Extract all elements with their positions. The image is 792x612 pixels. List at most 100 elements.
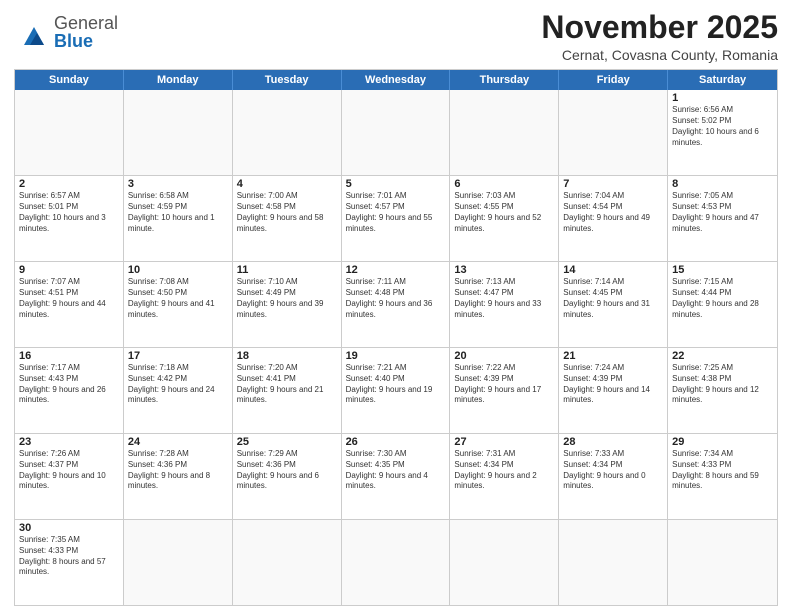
- day-info: Sunrise: 7:04 AM Sunset: 4:54 PM Dayligh…: [563, 191, 663, 234]
- weekday-header-friday: Friday: [559, 70, 668, 90]
- day-cell-empty-0-3: [342, 90, 451, 175]
- day-cell-12: 12Sunrise: 7:11 AM Sunset: 4:48 PM Dayli…: [342, 262, 451, 347]
- day-number: 17: [128, 350, 228, 362]
- logo-blue: Blue: [54, 31, 93, 51]
- day-number: 15: [672, 264, 773, 276]
- day-cell-20: 20Sunrise: 7:22 AM Sunset: 4:39 PM Dayli…: [450, 348, 559, 433]
- day-cell-empty-0-5: [559, 90, 668, 175]
- day-info: Sunrise: 7:14 AM Sunset: 4:45 PM Dayligh…: [563, 277, 663, 320]
- day-info: Sunrise: 7:13 AM Sunset: 4:47 PM Dayligh…: [454, 277, 554, 320]
- day-number: 24: [128, 436, 228, 448]
- day-info: Sunrise: 7:31 AM Sunset: 4:34 PM Dayligh…: [454, 449, 554, 492]
- day-info: Sunrise: 6:57 AM Sunset: 5:01 PM Dayligh…: [19, 191, 119, 234]
- day-number: 12: [346, 264, 446, 276]
- day-cell-empty-5-1: [124, 520, 233, 605]
- day-info: Sunrise: 7:34 AM Sunset: 4:33 PM Dayligh…: [672, 449, 773, 492]
- weekday-header-monday: Monday: [124, 70, 233, 90]
- day-cell-empty-5-6: [668, 520, 777, 605]
- day-cell-24: 24Sunrise: 7:28 AM Sunset: 4:36 PM Dayli…: [124, 434, 233, 519]
- day-info: Sunrise: 7:05 AM Sunset: 4:53 PM Dayligh…: [672, 191, 773, 234]
- day-number: 25: [237, 436, 337, 448]
- day-cell-10: 10Sunrise: 7:08 AM Sunset: 4:50 PM Dayli…: [124, 262, 233, 347]
- day-number: 30: [19, 522, 119, 534]
- day-cell-11: 11Sunrise: 7:10 AM Sunset: 4:49 PM Dayli…: [233, 262, 342, 347]
- day-number: 22: [672, 350, 773, 362]
- day-info: Sunrise: 7:28 AM Sunset: 4:36 PM Dayligh…: [128, 449, 228, 492]
- day-info: Sunrise: 7:33 AM Sunset: 4:34 PM Dayligh…: [563, 449, 663, 492]
- weekday-header-sunday: Sunday: [15, 70, 124, 90]
- day-info: Sunrise: 7:30 AM Sunset: 4:35 PM Dayligh…: [346, 449, 446, 492]
- day-cell-empty-0-0: [15, 90, 124, 175]
- day-info: Sunrise: 7:22 AM Sunset: 4:39 PM Dayligh…: [454, 363, 554, 406]
- day-cell-28: 28Sunrise: 7:33 AM Sunset: 4:34 PM Dayli…: [559, 434, 668, 519]
- day-info: Sunrise: 7:18 AM Sunset: 4:42 PM Dayligh…: [128, 363, 228, 406]
- day-number: 29: [672, 436, 773, 448]
- day-cell-2: 2Sunrise: 6:57 AM Sunset: 5:01 PM Daylig…: [15, 176, 124, 261]
- calendar-row-5: 30Sunrise: 7:35 AM Sunset: 4:33 PM Dayli…: [15, 519, 777, 605]
- day-number: 10: [128, 264, 228, 276]
- calendar-row-4: 23Sunrise: 7:26 AM Sunset: 4:37 PM Dayli…: [15, 433, 777, 519]
- day-info: Sunrise: 7:10 AM Sunset: 4:49 PM Dayligh…: [237, 277, 337, 320]
- day-info: Sunrise: 7:15 AM Sunset: 4:44 PM Dayligh…: [672, 277, 773, 320]
- day-number: 18: [237, 350, 337, 362]
- day-cell-19: 19Sunrise: 7:21 AM Sunset: 4:40 PM Dayli…: [342, 348, 451, 433]
- weekday-header-thursday: Thursday: [450, 70, 559, 90]
- day-cell-7: 7Sunrise: 7:04 AM Sunset: 4:54 PM Daylig…: [559, 176, 668, 261]
- day-cell-8: 8Sunrise: 7:05 AM Sunset: 4:53 PM Daylig…: [668, 176, 777, 261]
- day-cell-14: 14Sunrise: 7:14 AM Sunset: 4:45 PM Dayli…: [559, 262, 668, 347]
- day-info: Sunrise: 7:24 AM Sunset: 4:39 PM Dayligh…: [563, 363, 663, 406]
- day-cell-empty-0-4: [450, 90, 559, 175]
- logo: General Blue: [14, 14, 118, 50]
- day-info: Sunrise: 7:35 AM Sunset: 4:33 PM Dayligh…: [19, 535, 119, 578]
- day-number: 7: [563, 178, 663, 190]
- day-cell-23: 23Sunrise: 7:26 AM Sunset: 4:37 PM Dayli…: [15, 434, 124, 519]
- calendar-body: 1Sunrise: 6:56 AM Sunset: 5:02 PM Daylig…: [15, 90, 777, 605]
- day-cell-27: 27Sunrise: 7:31 AM Sunset: 4:34 PM Dayli…: [450, 434, 559, 519]
- day-cell-15: 15Sunrise: 7:15 AM Sunset: 4:44 PM Dayli…: [668, 262, 777, 347]
- day-cell-22: 22Sunrise: 7:25 AM Sunset: 4:38 PM Dayli…: [668, 348, 777, 433]
- day-number: 23: [19, 436, 119, 448]
- day-cell-empty-5-3: [342, 520, 451, 605]
- logo-icon: [14, 17, 50, 47]
- day-info: Sunrise: 7:00 AM Sunset: 4:58 PM Dayligh…: [237, 191, 337, 234]
- day-number: 20: [454, 350, 554, 362]
- page: General Blue November 2025 Cernat, Covas…: [0, 0, 792, 612]
- day-cell-30: 30Sunrise: 7:35 AM Sunset: 4:33 PM Dayli…: [15, 520, 124, 605]
- day-number: 6: [454, 178, 554, 190]
- day-info: Sunrise: 7:26 AM Sunset: 4:37 PM Dayligh…: [19, 449, 119, 492]
- logo-general: General: [54, 13, 118, 33]
- day-cell-17: 17Sunrise: 7:18 AM Sunset: 4:42 PM Dayli…: [124, 348, 233, 433]
- day-info: Sunrise: 7:17 AM Sunset: 4:43 PM Dayligh…: [19, 363, 119, 406]
- day-number: 19: [346, 350, 446, 362]
- day-cell-25: 25Sunrise: 7:29 AM Sunset: 4:36 PM Dayli…: [233, 434, 342, 519]
- day-info: Sunrise: 6:56 AM Sunset: 5:02 PM Dayligh…: [672, 105, 773, 148]
- day-number: 1: [672, 92, 773, 104]
- day-number: 28: [563, 436, 663, 448]
- day-cell-21: 21Sunrise: 7:24 AM Sunset: 4:39 PM Dayli…: [559, 348, 668, 433]
- weekday-header-saturday: Saturday: [668, 70, 777, 90]
- day-number: 11: [237, 264, 337, 276]
- day-info: Sunrise: 7:25 AM Sunset: 4:38 PM Dayligh…: [672, 363, 773, 406]
- day-info: Sunrise: 7:08 AM Sunset: 4:50 PM Dayligh…: [128, 277, 228, 320]
- day-number: 27: [454, 436, 554, 448]
- day-cell-29: 29Sunrise: 7:34 AM Sunset: 4:33 PM Dayli…: [668, 434, 777, 519]
- day-number: 16: [19, 350, 119, 362]
- calendar-header: SundayMondayTuesdayWednesdayThursdayFrid…: [15, 70, 777, 90]
- weekday-header-tuesday: Tuesday: [233, 70, 342, 90]
- day-cell-18: 18Sunrise: 7:20 AM Sunset: 4:41 PM Dayli…: [233, 348, 342, 433]
- day-cell-1: 1Sunrise: 6:56 AM Sunset: 5:02 PM Daylig…: [668, 90, 777, 175]
- day-info: Sunrise: 7:21 AM Sunset: 4:40 PM Dayligh…: [346, 363, 446, 406]
- day-cell-empty-0-2: [233, 90, 342, 175]
- calendar-row-3: 16Sunrise: 7:17 AM Sunset: 4:43 PM Dayli…: [15, 347, 777, 433]
- calendar-row-0: 1Sunrise: 6:56 AM Sunset: 5:02 PM Daylig…: [15, 90, 777, 175]
- day-cell-5: 5Sunrise: 7:01 AM Sunset: 4:57 PM Daylig…: [342, 176, 451, 261]
- weekday-header-wednesday: Wednesday: [342, 70, 451, 90]
- day-cell-empty-5-2: [233, 520, 342, 605]
- title-block: November 2025 Cernat, Covasna County, Ro…: [541, 10, 778, 63]
- day-cell-3: 3Sunrise: 6:58 AM Sunset: 4:59 PM Daylig…: [124, 176, 233, 261]
- day-info: Sunrise: 7:11 AM Sunset: 4:48 PM Dayligh…: [346, 277, 446, 320]
- day-cell-16: 16Sunrise: 7:17 AM Sunset: 4:43 PM Dayli…: [15, 348, 124, 433]
- day-number: 4: [237, 178, 337, 190]
- day-number: 9: [19, 264, 119, 276]
- day-cell-9: 9Sunrise: 7:07 AM Sunset: 4:51 PM Daylig…: [15, 262, 124, 347]
